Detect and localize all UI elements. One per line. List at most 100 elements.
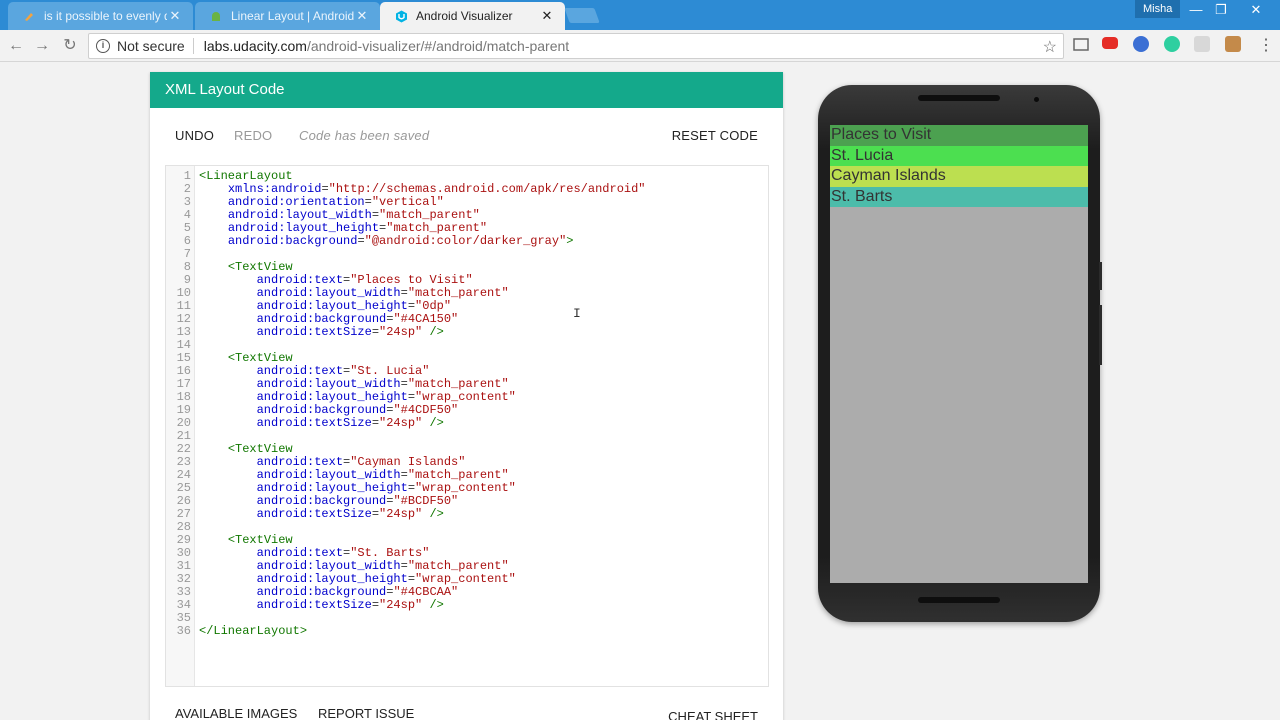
code-token: android:textSize: [256, 598, 372, 612]
code-token: =: [371, 507, 380, 521]
code-token: android:background: [256, 312, 387, 326]
code-token: =: [364, 195, 372, 209]
minimize-button[interactable]: —: [1182, 0, 1210, 20]
code-token: =: [400, 468, 408, 482]
code-token: "Places to Visit": [350, 273, 473, 287]
code-token: android:layout_width: [256, 286, 401, 300]
code-token: "wrap_content": [415, 481, 516, 495]
code-token: "match_parent": [407, 377, 509, 391]
code-token: =: [407, 572, 416, 586]
code-editor[interactable]: 1 <LinearLayout 2 xmlns:android="http://sc…: [165, 165, 769, 687]
extension-grammarly-icon[interactable]: [1164, 36, 1180, 52]
info-icon[interactable]: i: [96, 39, 110, 53]
tab-linear-layout[interactable]: Linear Layout | Android D ✕: [195, 2, 380, 30]
code-token: android:layout_height: [227, 221, 380, 235]
tab-title: is it possible to evenly di: [44, 9, 167, 23]
tab-title: Linear Layout | Android D: [231, 9, 354, 23]
code-line: 34 android:textSize="24sp" />: [166, 599, 768, 612]
close-icon[interactable]: ✕: [354, 8, 370, 24]
star-icon[interactable]: ☆: [1043, 37, 1057, 57]
cast-icon[interactable]: [1072, 37, 1090, 53]
code-token: android:textSize: [256, 325, 372, 339]
code-token: android:background: [256, 585, 387, 599]
url-host: labs.udacity.com: [203, 38, 307, 54]
code-line: 20 android:textSize="24sp" />: [166, 417, 768, 430]
maximize-button[interactable]: ❐: [1207, 0, 1235, 20]
close-icon[interactable]: ✕: [167, 8, 183, 24]
code-text: android:textSize="24sp" />: [191, 326, 444, 339]
extension-page-icon[interactable]: [1194, 36, 1210, 52]
code-token: "match_parent": [407, 286, 509, 300]
code-text: android:textSize="24sp" />: [191, 417, 444, 430]
code-token: "#4CBCAA": [393, 585, 459, 599]
code-token: android:background: [227, 234, 358, 248]
code-token: =: [400, 559, 408, 573]
code-token: =: [400, 286, 408, 300]
editor-actions: UNDO REDO Code has been saved RESET CODE: [175, 128, 758, 148]
panel-title: XML Layout Code: [150, 72, 783, 108]
phone-screen: Places to Visit St. Lucia Cayman Islands St…: [830, 125, 1088, 583]
cheat-sheet-button[interactable]: CHEAT SHEET: [668, 709, 758, 720]
phone-textview: St. Barts: [830, 186, 1088, 207]
address-bar[interactable]: i Not secure labs.udacity.com /android-v…: [88, 33, 1064, 59]
code-token: "match_parent": [407, 468, 509, 482]
code-text: android:textSize="24sp" />: [191, 599, 444, 612]
code-token: android:text: [256, 546, 344, 560]
report-issue-button[interactable]: REPORT ISSUE: [318, 706, 414, 720]
code-token: android:text: [256, 273, 344, 287]
youtube-icon[interactable]: [1102, 37, 1118, 49]
code-token: <LinearLayout: [199, 169, 293, 183]
code-token: >: [566, 234, 574, 248]
undo-button[interactable]: UNDO: [175, 128, 214, 143]
code-token: =: [407, 299, 416, 313]
extension-avatar-icon[interactable]: [1225, 36, 1241, 52]
code-token: <TextView: [227, 533, 293, 547]
tab-android-visualizer[interactable]: Android Visualizer ✕: [380, 2, 565, 30]
forward-icon[interactable]: →: [32, 36, 52, 56]
code-token: "24sp": [379, 325, 423, 339]
code-token: android:layout_width: [256, 559, 401, 573]
code-token: =: [407, 390, 416, 404]
phone-textview: Cayman Islands: [830, 166, 1088, 187]
phone-preview: Places to Visit St. Lucia Cayman Islands St…: [818, 85, 1100, 622]
phone-side-button: [1099, 262, 1102, 290]
user-profile-chip[interactable]: Misha: [1135, 0, 1181, 18]
menu-icon[interactable]: ⋮: [1256, 36, 1276, 56]
tab-stackoverflow[interactable]: is it possible to evenly di ✕: [8, 2, 193, 30]
redo-button[interactable]: REDO: [234, 128, 272, 143]
code-token: />: [429, 416, 444, 430]
divider: [192, 38, 194, 54]
code-token: android:orientation: [227, 195, 365, 209]
back-icon[interactable]: ←: [6, 36, 26, 56]
extension-clock-icon[interactable]: [1133, 36, 1149, 52]
new-tab-button[interactable]: [564, 8, 600, 23]
code-token: <TextView: [227, 351, 293, 365]
close-icon[interactable]: ✕: [539, 8, 555, 24]
phone-speaker: [918, 95, 1000, 101]
code-token: android:background: [256, 403, 387, 417]
reload-icon[interactable]: ↻: [60, 36, 80, 56]
code-token: "match_parent": [407, 559, 509, 573]
code-token: "#4CDF50": [393, 403, 459, 417]
code-token: android:background: [256, 494, 387, 508]
window-close-button[interactable]: ✕: [1242, 0, 1270, 20]
code-token: "24sp": [379, 507, 423, 521]
available-images-button[interactable]: AVAILABLE IMAGES: [175, 706, 297, 720]
code-token: =: [371, 325, 380, 339]
code-token: />: [429, 325, 444, 339]
reset-code-button[interactable]: RESET CODE: [672, 128, 758, 143]
